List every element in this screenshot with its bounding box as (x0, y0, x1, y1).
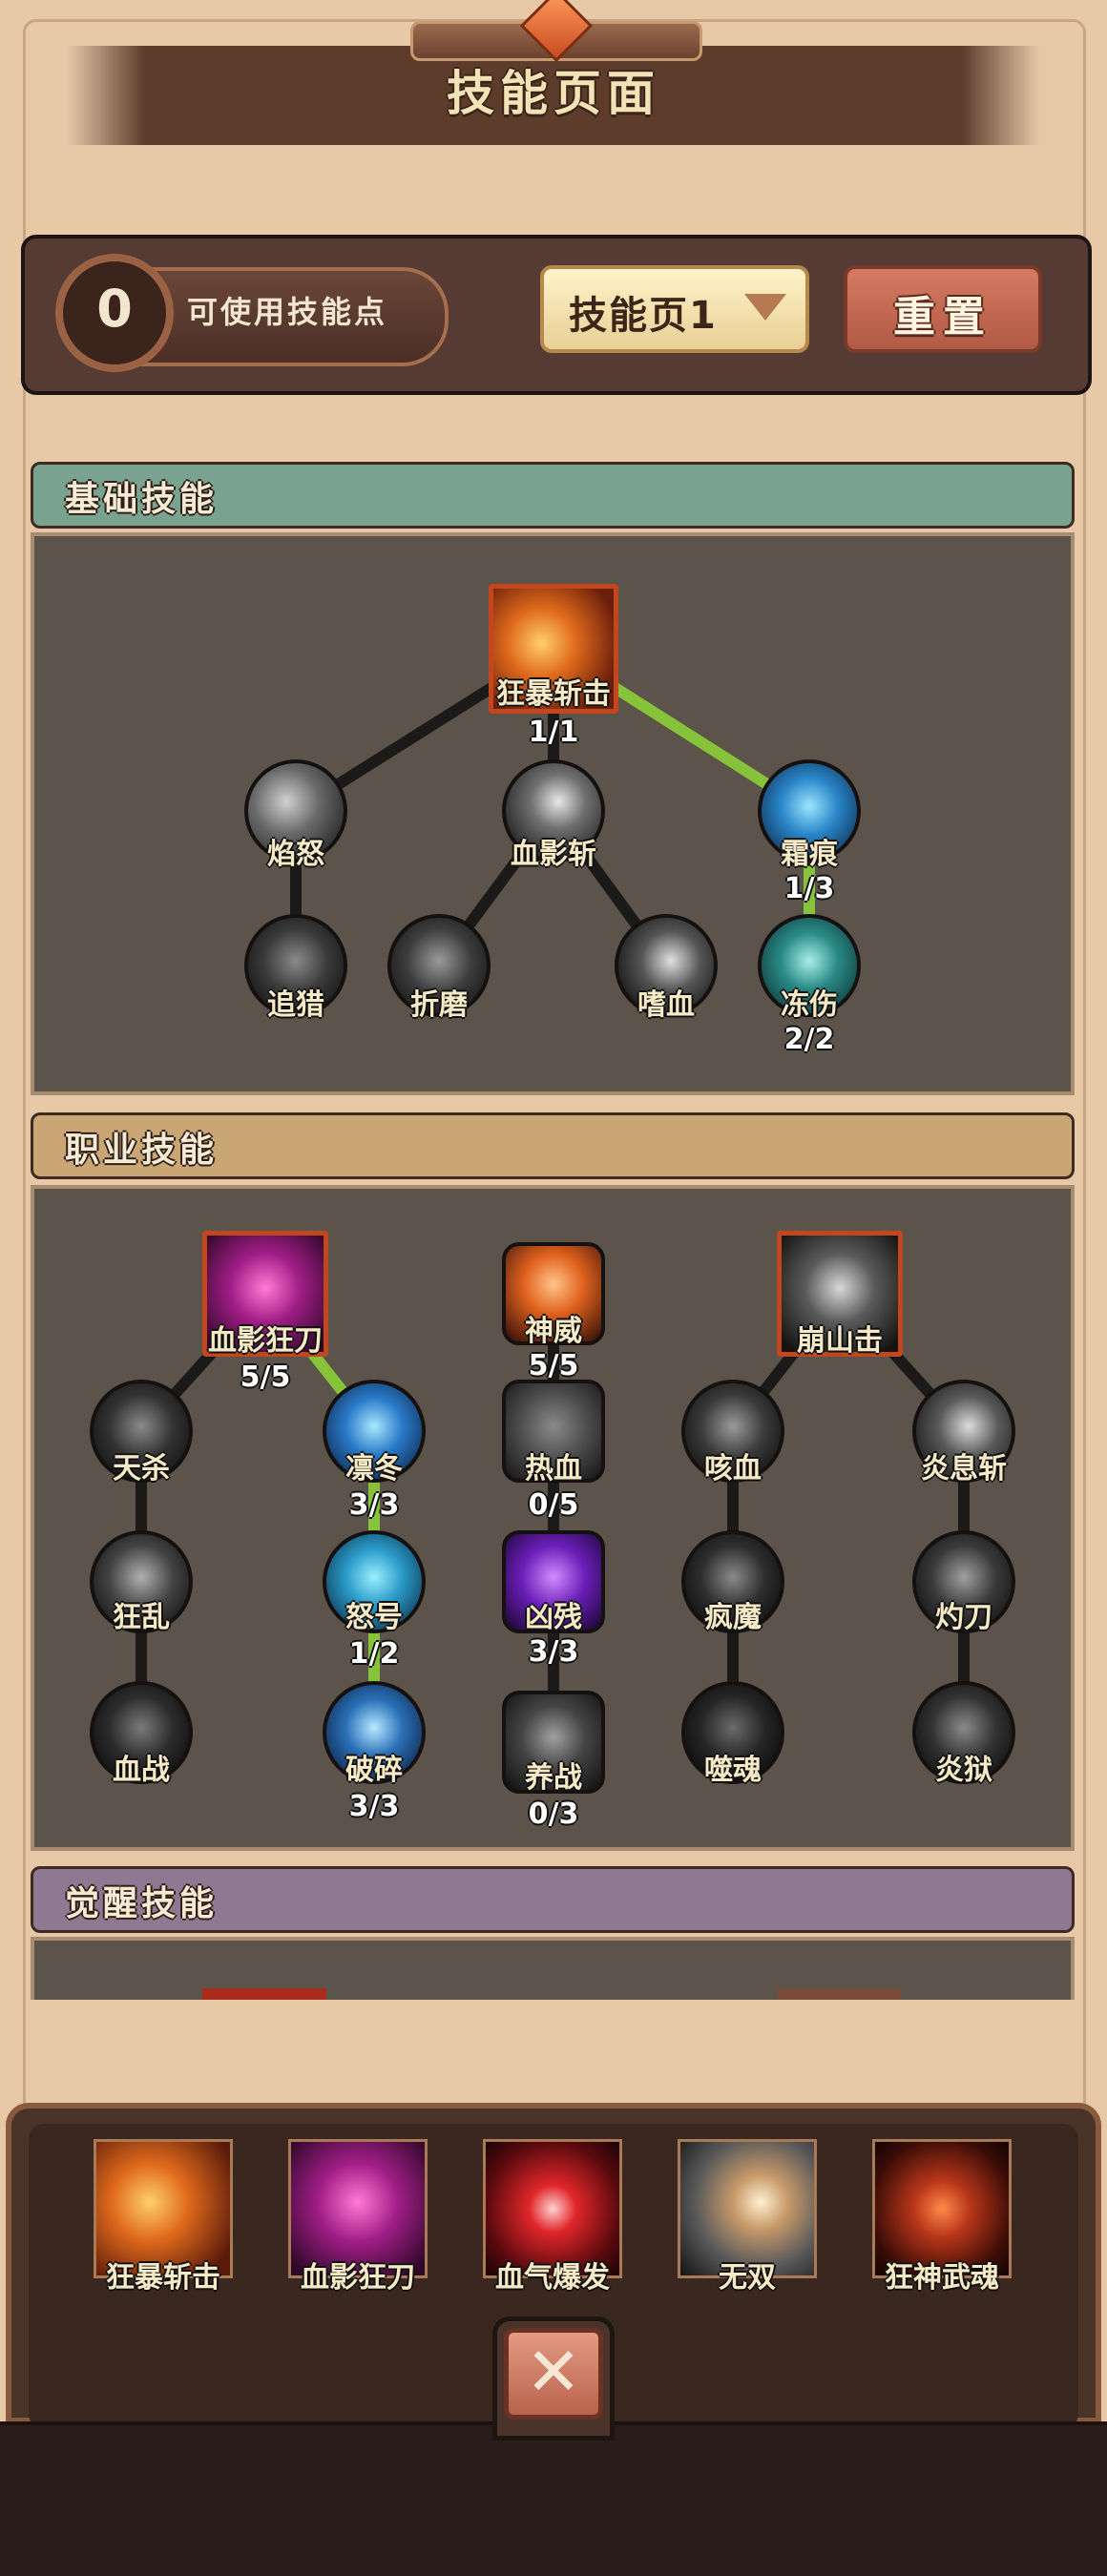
skill-level: 3/3 (528, 1635, 579, 1669)
skill-name: 崩山击 (797, 1324, 883, 1358)
skill-name: 天杀 (113, 1452, 170, 1485)
skill-name: 炎狱 (935, 1754, 992, 1787)
bottom-base (0, 2421, 1107, 2576)
equipped-skill-label: 无双 (719, 2261, 776, 2295)
skill-name: 折磨 (410, 988, 468, 1022)
skill-name: 血影斩 (511, 838, 596, 871)
equipped-skill-label: 狂暴斩击 (106, 2261, 220, 2295)
skill-level: 1/1 (528, 716, 579, 749)
skill-name: 咳血 (704, 1452, 762, 1485)
skill-level: 1/2 (348, 1637, 400, 1671)
skill-name: 疯魔 (704, 1601, 762, 1634)
skill-page-screen: 技能页面 0 可使用技能点 技能页1 重置 基础技能 职业技能 觉醒技能 狂暴斩… (0, 0, 1107, 2576)
skill-level: 5/5 (528, 1349, 579, 1382)
close-icon: ✕ (525, 2333, 582, 2411)
skill-name: 狂乱 (113, 1601, 170, 1634)
equipped-skill-label: 血影狂刀 (301, 2261, 415, 2295)
skill-level: 0/5 (528, 1488, 579, 1522)
skill-name: 焰怒 (267, 838, 324, 871)
skill-level: 2/2 (783, 1023, 835, 1056)
skill-level: 1/3 (783, 872, 835, 905)
skill-name: 冻伤 (781, 988, 838, 1022)
skill-name: 神威 (525, 1315, 582, 1348)
skill-name: 血战 (113, 1754, 170, 1787)
skill-name: 狂暴斩击 (496, 677, 611, 711)
skill-level: 3/3 (348, 1488, 400, 1522)
skill-name: 灼刀 (935, 1601, 992, 1634)
skill-name: 血影狂刀 (208, 1324, 323, 1358)
skill-name: 噬魂 (704, 1754, 762, 1787)
equipped-skill-label: 狂神武魂 (885, 2261, 999, 2295)
skill-level: 5/5 (240, 1361, 291, 1394)
equipped-skill-label: 血气爆发 (495, 2261, 610, 2295)
skill-level: 3/3 (348, 1790, 400, 1823)
skill-name: 炎息斩 (921, 1452, 1007, 1485)
skill-level: 0/3 (528, 1797, 579, 1831)
skill-name: 霜痕 (781, 838, 838, 871)
